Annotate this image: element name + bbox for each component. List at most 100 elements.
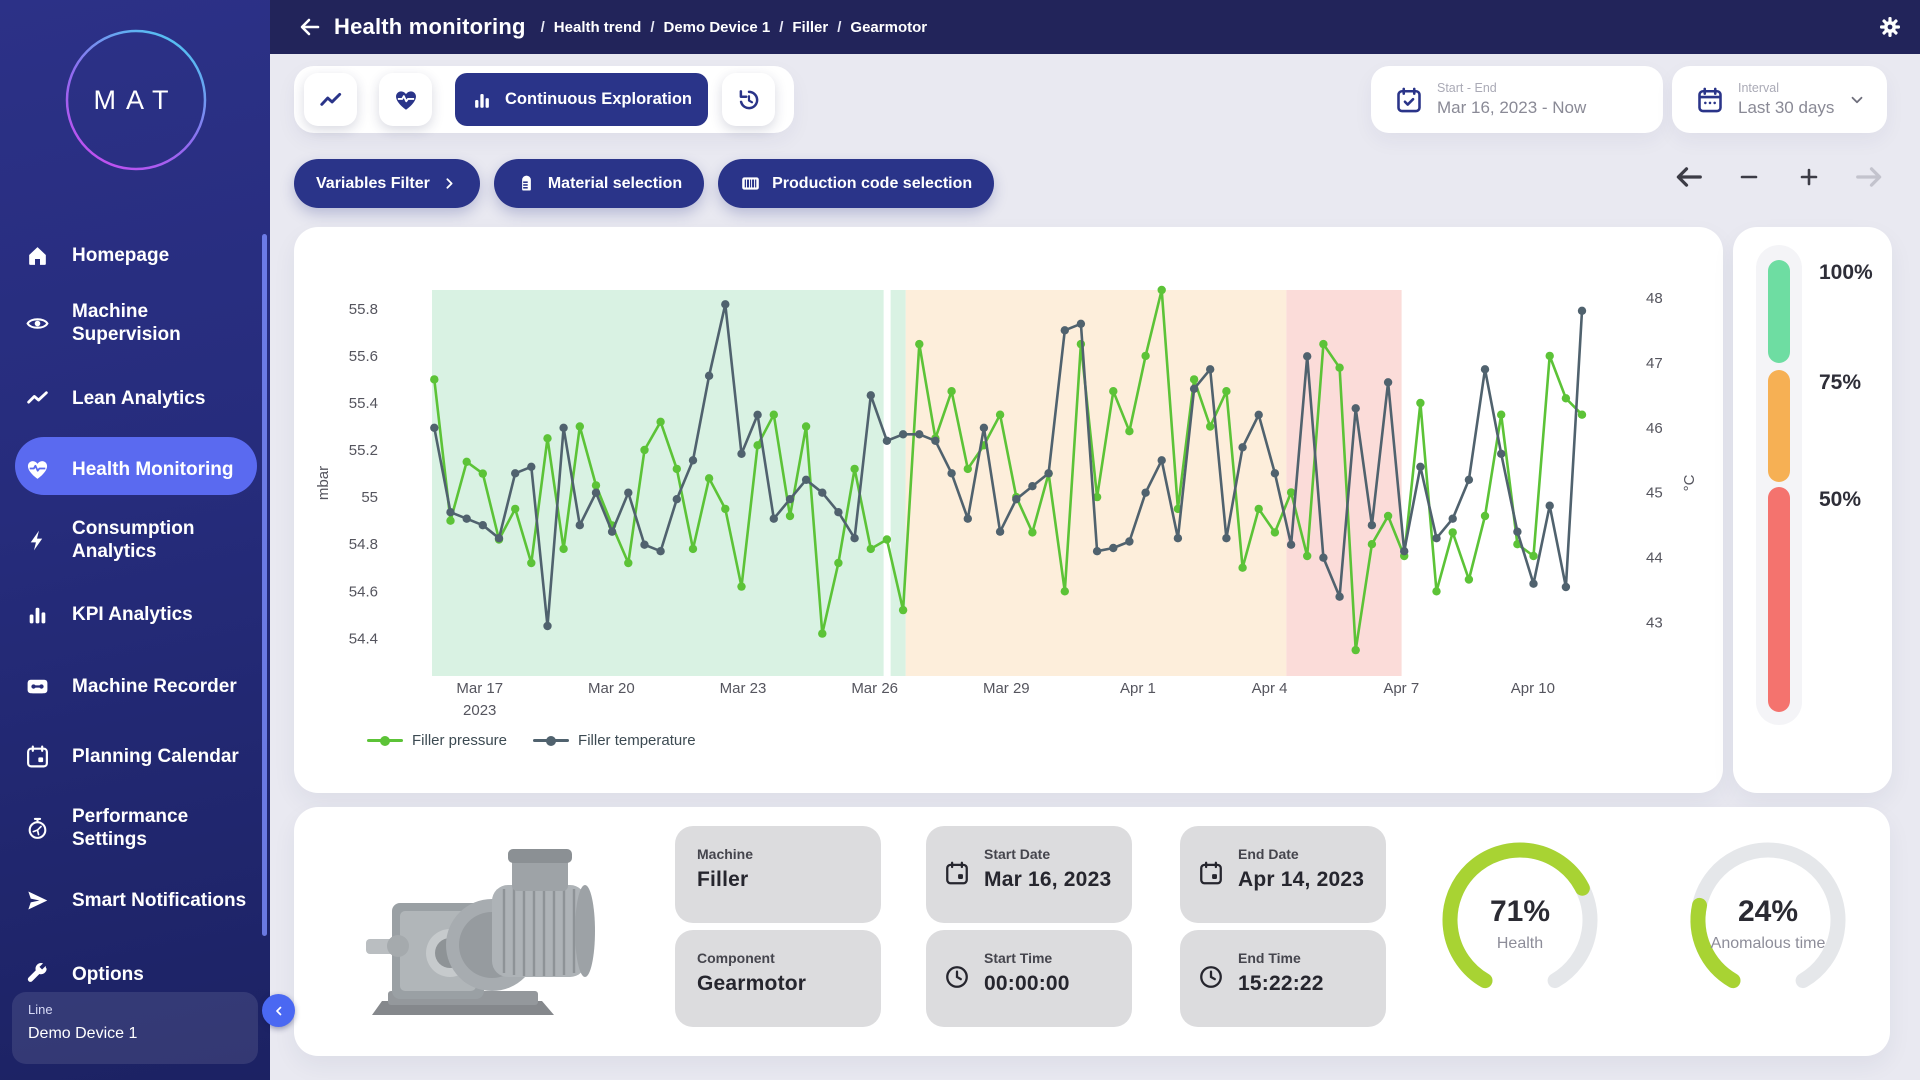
data-point[interactable] [1238, 443, 1246, 451]
data-point[interactable] [721, 300, 729, 308]
data-point[interactable] [1384, 378, 1392, 386]
data-point[interactable] [964, 465, 972, 473]
data-point[interactable] [1238, 564, 1246, 572]
data-point[interactable] [1109, 544, 1117, 552]
data-point[interactable] [1061, 587, 1069, 595]
data-point[interactable] [947, 387, 955, 395]
data-point[interactable] [1384, 512, 1392, 520]
data-point[interactable] [1513, 528, 1521, 536]
data-point[interactable] [624, 559, 632, 567]
data-point[interactable] [915, 340, 923, 348]
data-point[interactable] [1190, 375, 1198, 383]
continuous-exploration-button[interactable]: Continuous Exploration [455, 73, 708, 126]
data-point[interactable] [446, 508, 454, 516]
data-point[interactable] [1044, 469, 1052, 477]
data-point[interactable] [1158, 456, 1166, 464]
data-point[interactable] [1109, 387, 1117, 395]
data-point[interactable] [1158, 286, 1166, 294]
pan-right-button-disabled[interactable] [1852, 160, 1886, 194]
data-point[interactable] [1255, 505, 1263, 513]
data-point[interactable] [802, 422, 810, 430]
data-point[interactable] [495, 534, 503, 542]
material-selection-button[interactable]: Material selection [494, 159, 704, 208]
data-point[interactable] [624, 489, 632, 497]
data-point[interactable] [1465, 476, 1473, 484]
data-point[interactable] [463, 515, 471, 523]
data-point[interactable] [770, 515, 778, 523]
data-point[interactable] [850, 534, 858, 542]
data-point[interactable] [1093, 547, 1101, 555]
data-point[interactable] [915, 430, 923, 438]
sidebar-item-lean-analytics[interactable]: Lean Analytics [0, 373, 270, 423]
data-point[interactable] [430, 424, 438, 432]
data-point[interactable] [1222, 534, 1230, 542]
data-point[interactable] [1319, 554, 1327, 562]
data-point[interactable] [1368, 521, 1376, 529]
data-point[interactable] [1174, 534, 1182, 542]
data-point[interactable] [883, 437, 891, 445]
sidebar-item-performance-settings[interactable]: Performance Settings [0, 803, 270, 853]
data-point[interactable] [996, 528, 1004, 536]
data-point[interactable] [786, 495, 794, 503]
data-point[interactable] [559, 545, 567, 553]
data-point[interactable] [818, 629, 826, 637]
data-point[interactable] [673, 495, 681, 503]
data-point[interactable] [1271, 528, 1279, 536]
data-point[interactable] [1400, 547, 1408, 555]
data-point[interactable] [527, 559, 535, 567]
zoom-out-button[interactable] [1732, 160, 1766, 194]
sidebar-item-planning-calendar[interactable]: Planning Calendar [0, 731, 270, 781]
data-point[interactable] [1028, 482, 1036, 490]
sidebar-collapse-button[interactable] [262, 994, 295, 1027]
breadcrumb-item[interactable]: Gearmotor [828, 19, 927, 36]
data-point[interactable] [947, 469, 955, 477]
data-point[interactable] [834, 559, 842, 567]
data-point[interactable] [656, 547, 664, 555]
data-point[interactable] [640, 541, 648, 549]
data-point[interactable] [980, 424, 988, 432]
data-point[interactable] [1546, 352, 1554, 360]
data-point[interactable] [543, 434, 551, 442]
variables-filter-button[interactable]: Variables Filter [294, 159, 480, 208]
data-point[interactable] [1352, 404, 1360, 412]
data-point[interactable] [737, 582, 745, 590]
data-point[interactable] [1141, 489, 1149, 497]
breadcrumb-item[interactable]: Health trend [532, 19, 642, 36]
data-point[interactable] [1077, 320, 1085, 328]
data-point[interactable] [1125, 537, 1133, 545]
device-selector-chip[interactable]: Line Demo Device 1 [12, 992, 258, 1064]
data-point[interactable] [964, 515, 972, 523]
data-point[interactable] [802, 476, 810, 484]
data-point[interactable] [592, 481, 600, 489]
data-point[interactable] [1529, 580, 1537, 588]
data-point[interactable] [543, 622, 551, 630]
data-point[interactable] [1061, 326, 1069, 334]
data-point[interactable] [1562, 394, 1570, 402]
zoom-in-button[interactable] [1792, 160, 1826, 194]
data-point[interactable] [1287, 541, 1295, 549]
data-point[interactable] [1578, 307, 1586, 315]
data-point[interactable] [786, 512, 794, 520]
data-point[interactable] [1481, 512, 1489, 520]
data-point[interactable] [1481, 365, 1489, 373]
data-point[interactable] [1562, 583, 1570, 591]
data-point[interactable] [430, 375, 438, 383]
data-point[interactable] [1352, 646, 1360, 654]
data-point[interactable] [1190, 385, 1198, 393]
data-point[interactable] [850, 465, 858, 473]
data-point[interactable] [479, 521, 487, 529]
interval-picker[interactable]: Interval Last 30 days [1672, 66, 1887, 133]
data-point[interactable] [770, 411, 778, 419]
data-point[interactable] [834, 508, 842, 516]
data-point[interactable] [1303, 352, 1311, 360]
sidebar-item-kpi-analytics[interactable]: KPI Analytics [0, 589, 270, 639]
data-point[interactable] [1319, 340, 1327, 348]
data-point[interactable] [1368, 540, 1376, 548]
health-view-button[interactable] [379, 73, 432, 126]
sidebar-scrollbar[interactable] [262, 234, 267, 936]
sidebar-item-machine-supervision[interactable]: Machine Supervision [0, 298, 270, 348]
data-point[interactable] [1206, 365, 1214, 373]
data-point[interactable] [996, 411, 1004, 419]
data-point[interactable] [640, 446, 648, 454]
data-point[interactable] [479, 469, 487, 477]
